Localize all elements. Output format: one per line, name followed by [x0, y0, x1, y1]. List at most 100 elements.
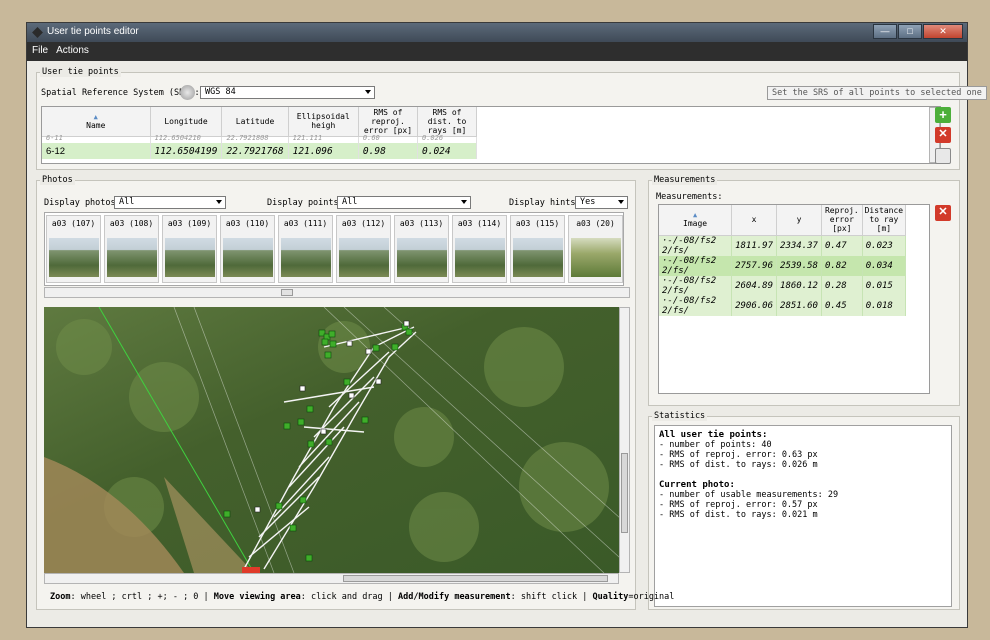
cell: 0.018: [862, 295, 907, 316]
scroll-thumb[interactable]: [621, 453, 628, 533]
col-rms-m[interactable]: RMS of dist. to rays [m]: [417, 107, 477, 137]
cell: 0.28: [821, 275, 863, 296]
status-add-key: Add/Modify measurement: [398, 592, 511, 602]
col-reproj-error[interactable]: Reproj. error [px]: [821, 205, 863, 236]
thumbnail-caption: a03 (20): [576, 219, 615, 228]
status-zoom-value: : wheel ; crtl ; +; - ; 0 |: [70, 592, 209, 602]
cell: 1811.97: [731, 235, 778, 256]
srs-icon[interactable]: [180, 85, 195, 100]
statistics-group-label: Statistics: [652, 411, 708, 421]
display-hints-select[interactable]: Yes: [575, 196, 628, 209]
thumbnail[interactable]: a03 (113): [394, 215, 449, 283]
col-name[interactable]: ▲ Name: [42, 107, 151, 137]
thumbnail-image: [165, 238, 215, 277]
col-y[interactable]: y: [776, 205, 822, 236]
col-x[interactable]: x: [731, 205, 778, 236]
thumbnail-image: [107, 238, 157, 277]
measurements-group-label: Measurements: [652, 175, 718, 185]
stats-line: - number of points: 40: [659, 440, 772, 450]
thumbnail-image: [571, 238, 621, 277]
chevron-down-icon: [618, 200, 624, 204]
col-image[interactable]: ▲ Image: [659, 205, 733, 236]
srs-select-value: WGS 84: [205, 87, 236, 97]
table-row[interactable]: 6-12 112.6504199 22.7921768 121.096 0.98…: [42, 143, 477, 159]
col-longitude[interactable]: Longitude: [150, 107, 223, 137]
cell: 22.7921808: [221, 134, 289, 143]
cell: 0.024: [417, 143, 477, 159]
thumbnail[interactable]: a03 (107): [46, 215, 101, 283]
align-icon[interactable]: [935, 148, 951, 164]
cell: ·-/-08/fs2 2/fs/: [659, 275, 733, 296]
stats-line: - RMS of reproj. error: 0.63 px: [659, 450, 818, 460]
thumbnail[interactable]: a03 (20): [568, 215, 623, 283]
srs-label: Spatial Reference System (SRS):: [41, 88, 200, 98]
delete-icon[interactable]: ✕: [935, 127, 951, 143]
thumbnail-caption: a03 (108): [109, 219, 154, 228]
cell: 112.6504210: [150, 134, 223, 143]
cell: 0.023: [862, 235, 907, 256]
set-srs-button[interactable]: Set the SRS of all points to selected on…: [767, 86, 987, 100]
display-hints-value: Yes: [580, 197, 596, 207]
display-points-select[interactable]: All: [337, 196, 471, 209]
thumbnail[interactable]: a03 (114): [452, 215, 507, 283]
thumbnail-image: [49, 238, 99, 277]
table-row[interactable]: ·-/-08/fs2 2/fs/ 2757.96 2539.58 0.82 0.…: [659, 255, 907, 276]
minimize-button[interactable]: —: [873, 24, 897, 39]
display-photos-select[interactable]: All: [114, 196, 226, 209]
col-rms-px[interactable]: RMS of reproj. error [px]: [358, 107, 419, 137]
photo-canvas[interactable]: [44, 307, 630, 573]
cell: 0.026: [417, 134, 477, 143]
table-row[interactable]: 6-11 112.6504210 22.7921808 121.111 0.60…: [42, 134, 477, 143]
table-row[interactable]: ·-/-08/fs2 2/fs/ 1811.97 2334.37 0.47 0.…: [659, 235, 907, 256]
table-row[interactable]: ·-/-08/fs2 2/fs/ 2604.89 1860.12 0.28 0.…: [659, 275, 907, 296]
cell: 2906.06: [731, 295, 778, 316]
thumbnail-caption: a03 (113): [399, 219, 444, 228]
thumbnail[interactable]: a03 (111): [278, 215, 333, 283]
thumbnail-caption: a03 (114): [457, 219, 502, 228]
add-icon[interactable]: +: [935, 107, 951, 123]
tie-points-table: ▲ Name Longitude Latitude Ellipsoidal hei…: [41, 106, 941, 164]
cell: 121.096: [288, 143, 359, 159]
photo-viewer[interactable]: [44, 307, 630, 573]
stats-all-title: All user tie points:: [659, 430, 768, 440]
menu-actions[interactable]: Actions: [56, 45, 89, 58]
viewer-hscroll[interactable]: [44, 573, 619, 584]
thumbnail-image: [455, 238, 505, 277]
status-zoom-key: Zoom: [50, 592, 71, 602]
col-name-label: Name: [86, 120, 106, 130]
display-hints-label: Display hints:: [509, 198, 581, 208]
cell: 2604.89: [731, 275, 778, 296]
close-button[interactable]: ✕: [923, 24, 963, 39]
window-title: User tie points editor: [47, 26, 139, 37]
thumbnail[interactable]: a03 (115): [510, 215, 565, 283]
scroll-thumb[interactable]: [281, 289, 293, 296]
cell: 0.45: [821, 295, 863, 316]
cell: ·-/-08/fs2 2/fs/: [659, 255, 733, 276]
thumbnail[interactable]: a03 (108): [104, 215, 159, 283]
delete-measurement-icon[interactable]: ✕: [935, 205, 951, 221]
photos-group-label: Photos: [40, 175, 75, 185]
table-row[interactable]: ·-/-08/fs2 2/fs/ 2906.06 2851.60 0.45 0.…: [659, 295, 907, 316]
thumbnail-image: [513, 238, 563, 277]
col-latitude[interactable]: Latitude: [221, 107, 289, 137]
tie-points-group-label: User tie points: [40, 67, 121, 77]
maximize-button[interactable]: □: [898, 24, 922, 39]
thumbnail[interactable]: a03 (110): [220, 215, 275, 283]
thumbnail-caption: a03 (107): [51, 219, 96, 228]
menu-file[interactable]: File: [32, 45, 48, 58]
srs-select[interactable]: WGS 84: [200, 86, 375, 99]
col-height[interactable]: Ellipsoidal heigh: [288, 107, 359, 137]
stats-spacer: [659, 470, 947, 480]
viewer-vscroll[interactable]: [619, 307, 630, 573]
status-bar: Zoom: wheel ; crtl ; +; - ; 0 | Move vie…: [50, 592, 674, 602]
thumbnail[interactable]: a03 (109): [162, 215, 217, 283]
chevron-down-icon: [461, 200, 467, 204]
cell: 121.111: [288, 134, 359, 143]
cell: 6-11: [42, 134, 151, 143]
thumbnail-scrollbar[interactable]: [44, 287, 630, 298]
scroll-thumb[interactable]: [343, 575, 608, 582]
cell: 1860.12: [776, 275, 822, 296]
thumbnail-caption: a03 (112): [341, 219, 386, 228]
col-dist-ray[interactable]: Distance to ray [m]: [862, 205, 907, 236]
thumbnail[interactable]: a03 (112): [336, 215, 391, 283]
